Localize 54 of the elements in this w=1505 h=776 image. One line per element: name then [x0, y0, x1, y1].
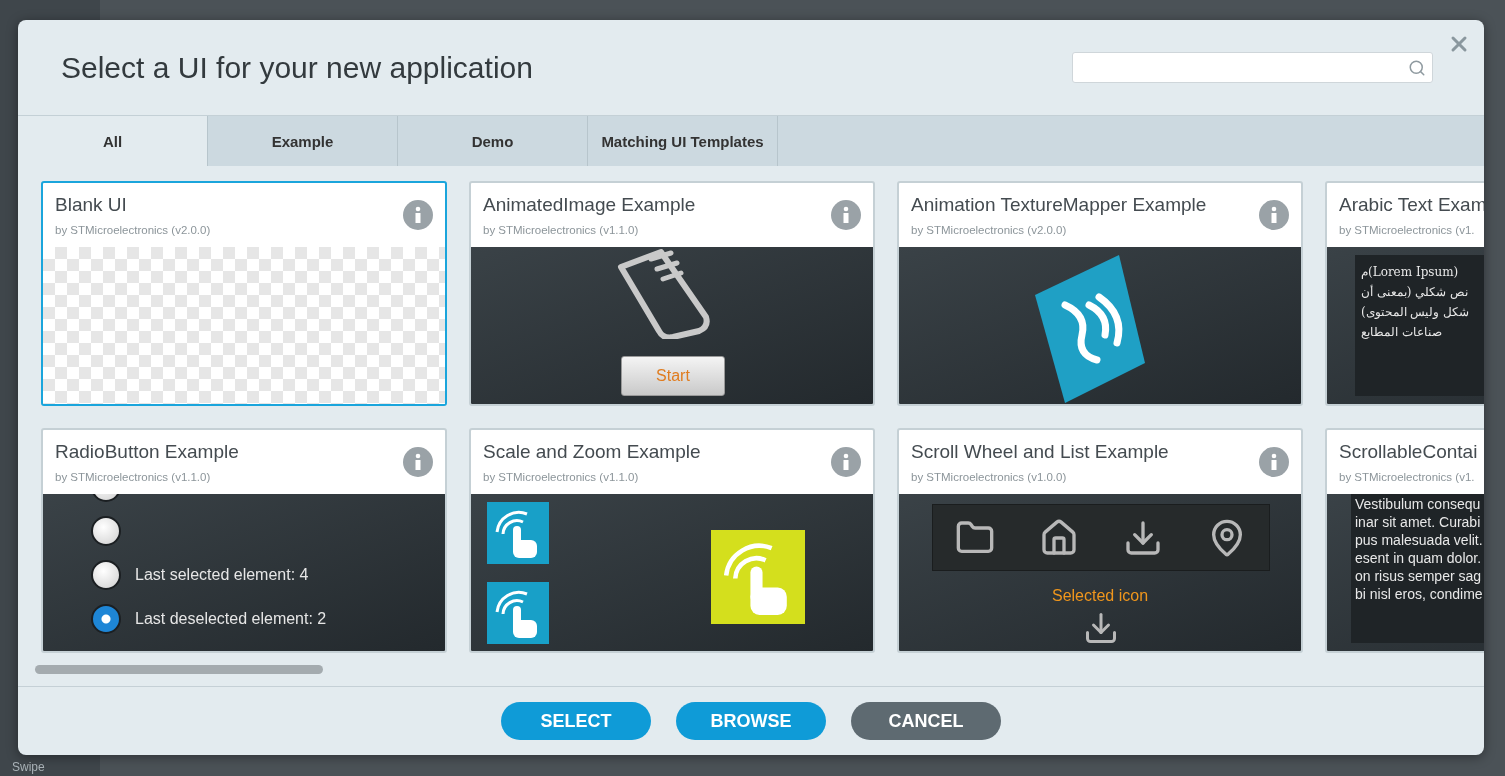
template-card[interactable]: AnimatedImage Example by STMicroelectronics (v1.1.0) Start — [469, 181, 875, 406]
card-title: Scroll Wheel and List Example — [911, 441, 1170, 463]
card-author: by STMicroelectronics (v2.0.0) — [911, 224, 1068, 236]
card-title: Scale and Zoom Example — [483, 441, 702, 463]
card-author: by STMicroelectronics (v1.1.0) — [483, 471, 640, 483]
text-line: pus malesuada velit. — [1355, 532, 1483, 548]
card-title: AnimatedImage Example — [483, 194, 697, 216]
card-author: by STMicroelectronics (v1. — [1339, 471, 1476, 483]
card-author: by STMicroelectronics (v1.1.0) — [483, 224, 640, 236]
template-card[interactable]: Scale and Zoom Example by STMicroelectronics (v1.1.0) — [469, 428, 875, 653]
info-icon[interactable] — [831, 447, 861, 477]
download-icon — [1083, 610, 1119, 646]
radio-label: Last selected element: 4 — [135, 566, 309, 584]
info-icon[interactable] — [403, 447, 433, 477]
template-card[interactable]: ScrollableContai by STMicroelectronics (v1. Vestibulum consequ inar sit amet. Curabi pus malesuada velit. esent in quam dolor. on risus semper sag bi nisl eros, condime — [1325, 428, 1484, 653]
touch-tile-icon — [711, 530, 805, 624]
touch-tile-icon — [487, 502, 549, 564]
card-author: by STMicroelectronics (v2.0.0) — [55, 224, 212, 236]
card-author: by STMicroelectronics (v1.1.0) — [55, 471, 212, 483]
radio-label: Last deselected element: 2 — [135, 610, 327, 628]
dialog-title: Select a UI for your new application — [61, 50, 534, 85]
info-icon[interactable] — [403, 200, 433, 230]
text-line: نص شكلي (بمعنى أن — [1361, 285, 1469, 299]
start-button: Start — [621, 356, 725, 396]
text-line: bi nisl eros, condime — [1355, 586, 1483, 602]
dialog-button[interactable]: CANCEL — [851, 702, 1001, 740]
text-line: on risus semper sag — [1355, 568, 1482, 584]
text-line: inar sit amet. Curabi — [1355, 514, 1481, 530]
card-title: ScrollableContai — [1339, 441, 1479, 463]
text-line: شكل وليس المحتوى) — [1361, 305, 1470, 319]
info-icon[interactable] — [831, 200, 861, 230]
tab[interactable]: All — [18, 116, 208, 166]
template-card[interactable]: RadioButton Example by STMicroelectronics (v1.1.0) Last selected element: 4 Last deselected element: 2 — [41, 428, 447, 653]
info-icon[interactable] — [1259, 200, 1289, 230]
template-card[interactable]: Animation TextureMapper Example by STMicroelectronics (v2.0.0) — [897, 181, 1303, 406]
card-title: Animation TextureMapper Example — [911, 194, 1208, 216]
touch-tile-icon — [487, 582, 549, 644]
text-line: صناعات المطابع — [1361, 325, 1442, 339]
card-author: by STMicroelectronics (v1.0.0) — [911, 471, 1068, 483]
card-title: Blank UI — [55, 194, 128, 216]
text-line: Vestibulum consequ — [1355, 496, 1481, 512]
template-card[interactable]: Scroll Wheel and List Example by STMicroelectronics (v1.0.0) Selected icon — [897, 428, 1303, 653]
card-author: by STMicroelectronics (v1. — [1339, 224, 1476, 236]
card-title: RadioButton Example — [55, 441, 240, 463]
search-icon[interactable] — [1408, 58, 1426, 77]
sidebar-label: Swipe — [12, 760, 45, 774]
info-icon[interactable] — [1259, 447, 1289, 477]
selected-caption: Selected icon — [1050, 587, 1150, 605]
text-line: (Lorem Ipsum)م — [1361, 265, 1459, 279]
template-card[interactable]: Blank UI by STMicroelectronics (v2.0.0) — [41, 181, 447, 406]
text-line: esent in quam dolor. — [1355, 550, 1482, 566]
scrollbar-thumb[interactable] — [35, 665, 323, 674]
house-icon — [1039, 517, 1079, 558]
search-field[interactable] — [1072, 52, 1433, 83]
